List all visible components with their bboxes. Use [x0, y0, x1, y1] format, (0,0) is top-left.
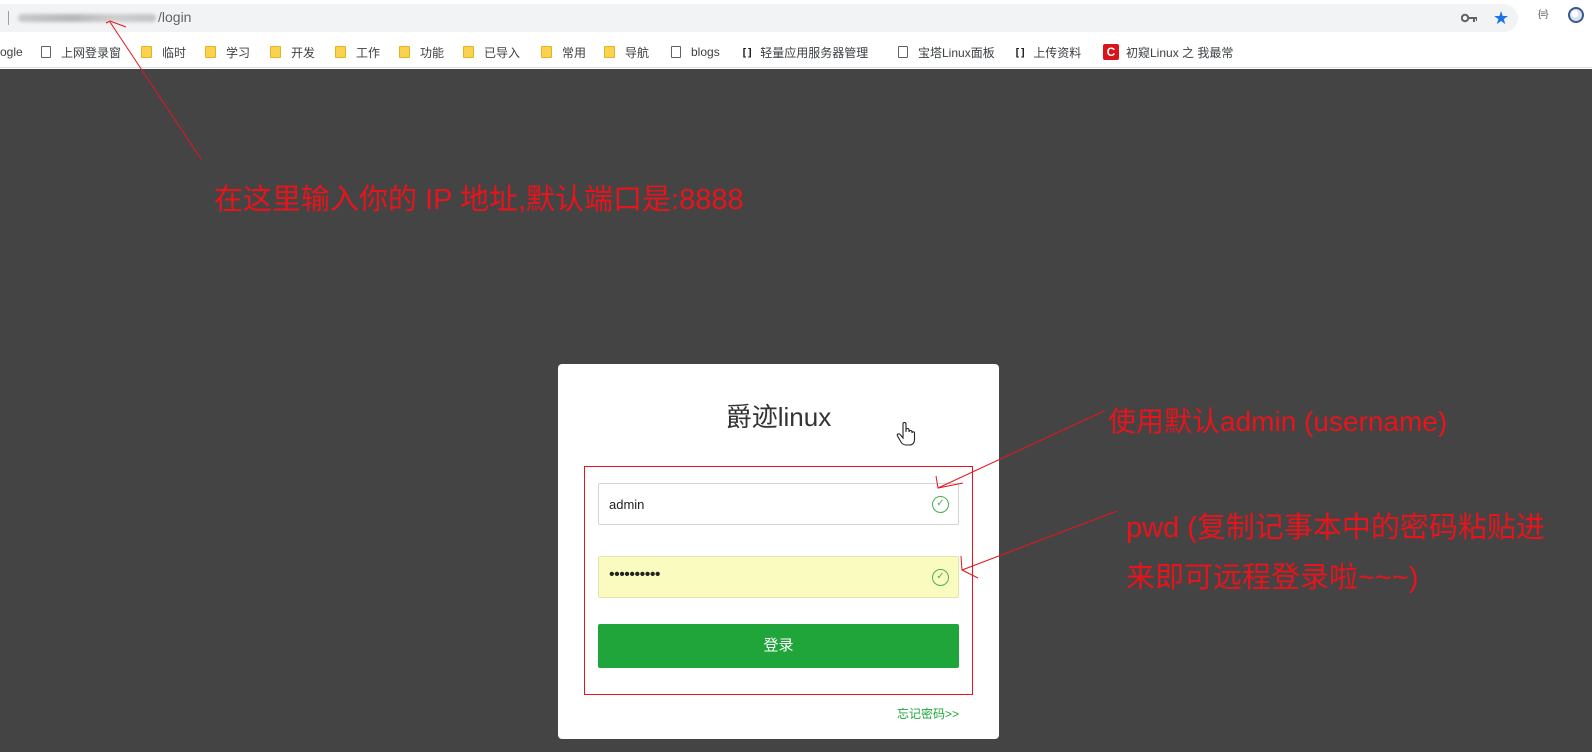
- bookmark-folder[interactable]: 临时: [141, 43, 186, 61]
- omnibox-separator: [8, 11, 9, 25]
- folder-icon: [541, 46, 552, 58]
- bookmark-label: 临时: [162, 45, 187, 60]
- folder-icon: [141, 46, 152, 58]
- key-icon[interactable]: [1461, 13, 1477, 23]
- bookmark-item[interactable]: 上网登录窗: [41, 43, 121, 61]
- password-hint-line-1: pwd (复制记事本中的密码粘贴进: [1126, 512, 1545, 544]
- bookmark-folder[interactable]: 学习: [205, 43, 250, 61]
- bookmark-folder[interactable]: 功能: [399, 43, 444, 61]
- bookmark-label: ogle: [0, 45, 23, 59]
- folder-icon: [270, 46, 281, 58]
- address-bar-row: /login ★ {≡}: [0, 0, 1592, 36]
- bookmark-item[interactable]: [] 上传资料: [1014, 43, 1081, 61]
- ip-address-hint: 在这里输入你的 IP 地址,默认端口是:8888: [214, 184, 744, 216]
- bookmark-item[interactable]: blogs: [671, 43, 720, 61]
- hand-cursor-icon: [896, 422, 916, 446]
- extension-icon[interactable]: {≡}: [1538, 9, 1548, 20]
- bookmark-label: 学习: [226, 45, 251, 60]
- page-icon: [671, 46, 681, 58]
- folder-icon: [399, 46, 410, 58]
- folder-icon: [604, 46, 615, 58]
- bookmark-star-icon[interactable]: ★: [1493, 9, 1509, 27]
- csdn-logo-icon: C: [1103, 44, 1119, 60]
- bookmark-folder[interactable]: 开发: [270, 43, 315, 61]
- username-hint: 使用默认admin (username): [1108, 406, 1448, 437]
- password-hint-line-2: 来即可远程登录啦~~~): [1126, 562, 1419, 594]
- bookmark-label: blogs: [691, 45, 720, 59]
- bookmark-label: 开发: [291, 45, 316, 60]
- bookmark-label: 常用: [562, 45, 587, 60]
- login-title: 爵迹linux: [725, 402, 832, 432]
- omnibox[interactable]: /login ★: [0, 4, 1518, 32]
- bookmark-label: 初窥Linux 之 我最常: [1126, 45, 1234, 60]
- page-icon: [898, 46, 908, 58]
- folder-icon: [335, 46, 346, 58]
- bookmark-folder[interactable]: 工作: [335, 43, 380, 61]
- bookmark-item[interactable]: [] 轻量应用服务器管理: [741, 43, 868, 61]
- bookmark-label: 工作: [356, 45, 381, 60]
- bookmark-label: 宝塔Linux面板: [918, 45, 995, 60]
- folder-icon: [205, 46, 216, 58]
- profile-extension-icon[interactable]: [1568, 7, 1584, 23]
- bookmark-item[interactable]: 宝塔Linux面板: [898, 43, 995, 61]
- forgot-password-link[interactable]: 忘记密码>>: [897, 705, 959, 722]
- bookmark-folder[interactable]: 已导入: [463, 43, 520, 61]
- bookmark-label: 已导入: [484, 45, 521, 60]
- bookmark-folder[interactable]: 常用: [541, 43, 586, 61]
- bookmark-item[interactable]: C 初窥Linux 之 我最常: [1103, 43, 1233, 61]
- bookmark-label: 上传资料: [1033, 45, 1082, 60]
- bookmark-label: 功能: [420, 45, 445, 60]
- blurred-ip-address: [18, 14, 156, 22]
- bookmark-label: 轻量应用服务器管理: [760, 45, 869, 60]
- page-icon: [41, 46, 51, 58]
- cloud-console-icon: []: [1014, 45, 1026, 59]
- url-path[interactable]: /login: [158, 9, 191, 25]
- bookmark-label: 导航: [625, 45, 650, 60]
- bookmark-item[interactable]: ogle: [0, 43, 23, 61]
- bookmarks-bar: ogle 上网登录窗 临时 学习 开发 工作 功能 已导入 常用 导航 blog…: [0, 36, 1592, 68]
- folder-icon: [463, 46, 474, 58]
- bookmark-label: 上网登录窗: [61, 45, 122, 60]
- annotation-highlight-box: [584, 466, 973, 695]
- cloud-console-icon: []: [741, 45, 753, 59]
- bookmark-folder[interactable]: 导航: [604, 43, 649, 61]
